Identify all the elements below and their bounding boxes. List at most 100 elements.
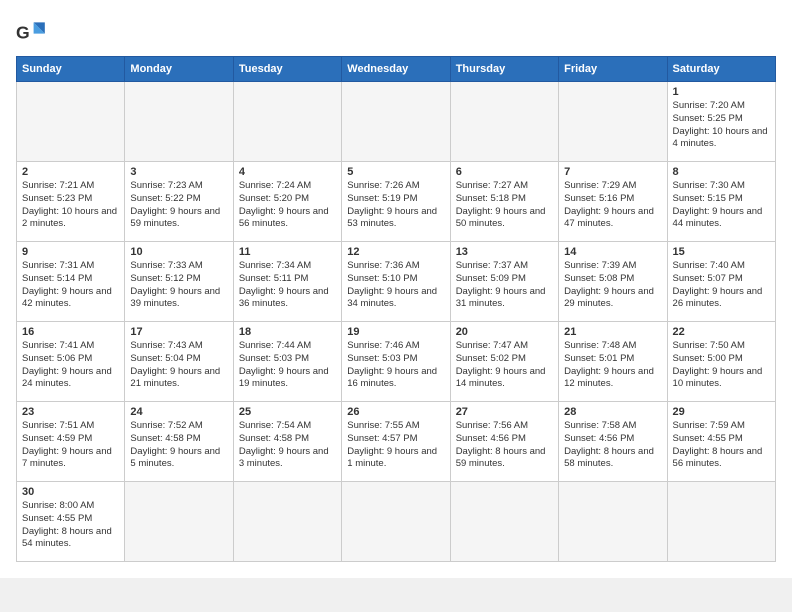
calendar-cell (450, 82, 558, 162)
day-info: Sunrise: 7:34 AM Sunset: 5:11 PM Dayligh… (239, 260, 336, 311)
day-info: Sunrise: 7:51 AM Sunset: 4:59 PM Dayligh… (22, 420, 119, 471)
calendar-cell: 15 Sunrise: 7:40 AM Sunset: 5:07 PM Dayli… (667, 242, 775, 322)
calendar-cell: 29Sunrise: 7:59 AM Sunset: 4:55 PM Dayli… (667, 402, 775, 482)
day-info: Sunrise: 7:56 AM Sunset: 4:56 PM Dayligh… (456, 420, 553, 471)
calendar-cell: 6 Sunrise: 7:27 AM Sunset: 5:18 PM Daylig… (450, 162, 558, 242)
calendar-cell: 11 Sunrise: 7:34 AM Sunset: 5:11 PM Dayli… (233, 242, 341, 322)
calendar-cell: 16Sunrise: 7:41 AM Sunset: 5:06 PM Dayli… (17, 322, 125, 402)
calendar-header-sunday: Sunday (17, 57, 125, 82)
day-info: Sunrise: 7:44 AM Sunset: 5:03 PM Dayligh… (239, 340, 336, 391)
calendar-cell: 17 Sunrise: 7:43 AM Sunset: 5:04 PM Dayli… (125, 322, 233, 402)
day-info: Sunrise: 7:37 AM Sunset: 5:09 PM Dayligh… (456, 260, 553, 311)
calendar-cell: 19 Sunrise: 7:46 AM Sunset: 5:03 PM Dayli… (342, 322, 450, 402)
calendar-cell: 25Sunrise: 7:54 AM Sunset: 4:58 PM Dayli… (233, 402, 341, 482)
day-number: 21 (564, 326, 661, 338)
header: G (16, 16, 776, 48)
day-number: 17 (130, 326, 227, 338)
calendar-cell: 12Sunrise: 7:36 AM Sunset: 5:10 PM Dayli… (342, 242, 450, 322)
day-info: Sunrise: 7:27 AM Sunset: 5:18 PM Dayligh… (456, 180, 553, 231)
week-row-4: 23 Sunrise: 7:51 AM Sunset: 4:59 PM Dayli… (17, 402, 776, 482)
calendar-cell: 13 Sunrise: 7:37 AM Sunset: 5:09 PM Dayli… (450, 242, 558, 322)
day-info: Sunrise: 7:23 AM Sunset: 5:22 PM Dayligh… (130, 180, 227, 231)
page: G SundayMondayTuesdayWednesdayThursdayFr… (0, 0, 792, 578)
calendar-cell: 10 Sunrise: 7:33 AM Sunset: 5:12 PM Dayli… (125, 242, 233, 322)
day-info: Sunrise: 7:47 AM Sunset: 5:02 PM Dayligh… (456, 340, 553, 391)
day-info: Sunrise: 8:00 AM Sunset: 4:55 PM Dayligh… (22, 500, 119, 551)
day-info: Sunrise: 7:26 AM Sunset: 5:19 PM Dayligh… (347, 180, 444, 231)
day-info: Sunrise: 7:21 AM Sunset: 5:23 PM Dayligh… (22, 180, 119, 231)
calendar-header-saturday: Saturday (667, 57, 775, 82)
day-number: 11 (239, 246, 336, 258)
day-number: 13 (456, 246, 553, 258)
calendar-header-row: SundayMondayTuesdayWednesdayThursdayFrid… (17, 57, 776, 82)
calendar-cell: 4 Sunrise: 7:24 AM Sunset: 5:20 PM Daylig… (233, 162, 341, 242)
day-number: 6 (456, 166, 553, 178)
calendar-cell (450, 482, 558, 562)
day-info: Sunrise: 7:39 AM Sunset: 5:08 PM Dayligh… (564, 260, 661, 311)
day-number: 2 (22, 166, 119, 178)
calendar-cell (559, 82, 667, 162)
svg-text:G: G (16, 22, 30, 42)
day-number: 22 (673, 326, 770, 338)
day-number: 7 (564, 166, 661, 178)
day-info: Sunrise: 7:59 AM Sunset: 4:55 PM Dayligh… (673, 420, 770, 471)
day-number: 10 (130, 246, 227, 258)
calendar-header-friday: Friday (559, 57, 667, 82)
day-info: Sunrise: 7:33 AM Sunset: 5:12 PM Dayligh… (130, 260, 227, 311)
day-info: Sunrise: 7:40 AM Sunset: 5:07 PM Dayligh… (673, 260, 770, 311)
day-number: 15 (673, 246, 770, 258)
day-number: 20 (456, 326, 553, 338)
calendar-cell (125, 82, 233, 162)
week-row-2: 9Sunrise: 7:31 AM Sunset: 5:14 PM Daylig… (17, 242, 776, 322)
calendar-cell: 28 Sunrise: 7:58 AM Sunset: 4:56 PM Dayli… (559, 402, 667, 482)
day-number: 28 (564, 406, 661, 418)
calendar-cell (667, 482, 775, 562)
day-number: 4 (239, 166, 336, 178)
day-number: 8 (673, 166, 770, 178)
day-info: Sunrise: 7:46 AM Sunset: 5:03 PM Dayligh… (347, 340, 444, 391)
day-number: 9 (22, 246, 119, 258)
calendar-cell: 9Sunrise: 7:31 AM Sunset: 5:14 PM Daylig… (17, 242, 125, 322)
calendar-header-monday: Monday (125, 57, 233, 82)
logo: G (16, 16, 52, 48)
calendar-cell: 8Sunrise: 7:30 AM Sunset: 5:15 PM Daylig… (667, 162, 775, 242)
calendar-cell: 7 Sunrise: 7:29 AM Sunset: 5:16 PM Daylig… (559, 162, 667, 242)
day-number: 26 (347, 406, 444, 418)
calendar-cell: 2 Sunrise: 7:21 AM Sunset: 5:23 PM Daylig… (17, 162, 125, 242)
calendar-cell: 24 Sunrise: 7:52 AM Sunset: 4:58 PM Dayli… (125, 402, 233, 482)
calendar-cell (17, 82, 125, 162)
calendar-cell (233, 82, 341, 162)
day-number: 16 (22, 326, 119, 338)
calendar: SundayMondayTuesdayWednesdayThursdayFrid… (16, 56, 776, 562)
calendar-cell: 3 Sunrise: 7:23 AM Sunset: 5:22 PM Daylig… (125, 162, 233, 242)
day-info: Sunrise: 7:50 AM Sunset: 5:00 PM Dayligh… (673, 340, 770, 391)
calendar-cell (559, 482, 667, 562)
calendar-cell (125, 482, 233, 562)
day-number: 14 (564, 246, 661, 258)
day-number: 19 (347, 326, 444, 338)
day-info: Sunrise: 7:55 AM Sunset: 4:57 PM Dayligh… (347, 420, 444, 471)
day-info: Sunrise: 7:48 AM Sunset: 5:01 PM Dayligh… (564, 340, 661, 391)
day-number: 23 (22, 406, 119, 418)
calendar-header-wednesday: Wednesday (342, 57, 450, 82)
day-info: Sunrise: 7:58 AM Sunset: 4:56 PM Dayligh… (564, 420, 661, 471)
logo-icon: G (16, 16, 48, 48)
calendar-cell: 27Sunrise: 7:56 AM Sunset: 4:56 PM Dayli… (450, 402, 558, 482)
day-info: Sunrise: 7:52 AM Sunset: 4:58 PM Dayligh… (130, 420, 227, 471)
week-row-0: 1Sunrise: 7:20 AM Sunset: 5:25 PM Daylig… (17, 82, 776, 162)
calendar-cell: 20 Sunrise: 7:47 AM Sunset: 5:02 PM Dayli… (450, 322, 558, 402)
calendar-cell: 1Sunrise: 7:20 AM Sunset: 5:25 PM Daylig… (667, 82, 775, 162)
day-info: Sunrise: 7:20 AM Sunset: 5:25 PM Dayligh… (673, 100, 770, 151)
day-number: 30 (22, 486, 119, 498)
calendar-cell: 18Sunrise: 7:44 AM Sunset: 5:03 PM Dayli… (233, 322, 341, 402)
day-number: 5 (347, 166, 444, 178)
day-info: Sunrise: 7:43 AM Sunset: 5:04 PM Dayligh… (130, 340, 227, 391)
calendar-cell (342, 82, 450, 162)
day-number: 3 (130, 166, 227, 178)
day-number: 24 (130, 406, 227, 418)
calendar-header-tuesday: Tuesday (233, 57, 341, 82)
day-info: Sunrise: 7:24 AM Sunset: 5:20 PM Dayligh… (239, 180, 336, 231)
calendar-cell: 14 Sunrise: 7:39 AM Sunset: 5:08 PM Dayli… (559, 242, 667, 322)
calendar-cell: 21 Sunrise: 7:48 AM Sunset: 5:01 PM Dayli… (559, 322, 667, 402)
day-info: Sunrise: 7:29 AM Sunset: 5:16 PM Dayligh… (564, 180, 661, 231)
